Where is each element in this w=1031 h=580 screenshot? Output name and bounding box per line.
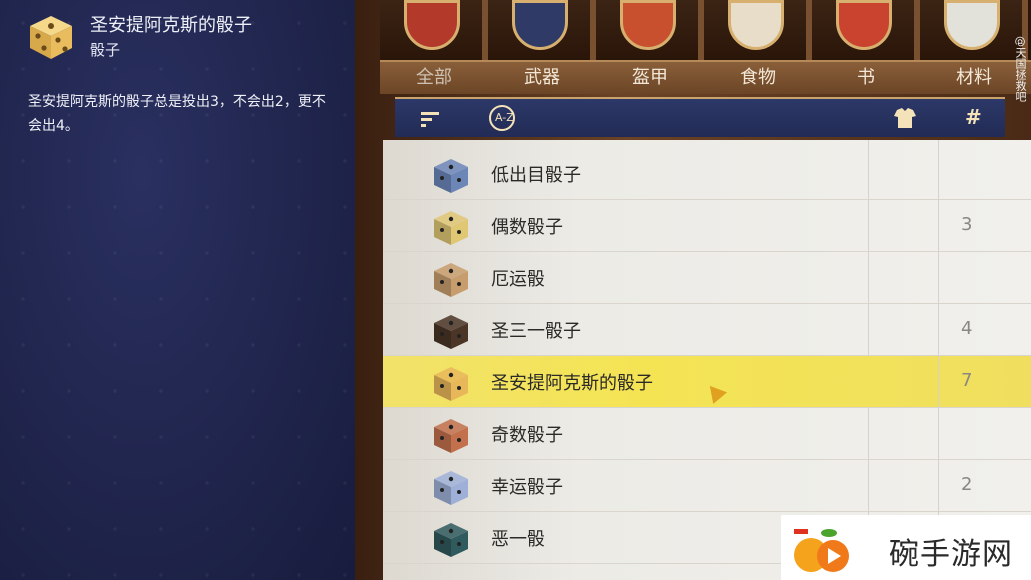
item-name: 奇数骰子 (491, 425, 563, 446)
alphabetical-sort-icon[interactable]: A-Z (487, 103, 517, 133)
count-sort-icon[interactable]: # (965, 105, 982, 129)
logo-text: 碗手游网 (889, 537, 1013, 572)
dice-icon (30, 16, 72, 59)
dice-icon (434, 419, 468, 453)
tab-all[interactable]: 全部 (380, 62, 488, 94)
item-name: 低出目骰子 (491, 165, 581, 186)
list-item-selected[interactable]: 圣安提阿克斯的骰子 7 (383, 356, 1031, 408)
alpha-icon-text: A-Z (495, 111, 514, 124)
watermark-text: @天国拯救吧 (1014, 36, 1027, 102)
item-name: 恶一骰 (491, 529, 545, 550)
sort-icon[interactable] (419, 109, 441, 129)
dice-icon (434, 367, 468, 401)
list-item[interactable]: 偶数骰子 3 (383, 200, 1031, 252)
armor-shield-icon (620, 0, 676, 50)
dice-icon (434, 159, 468, 193)
dice-icon (434, 315, 468, 349)
shield-books[interactable] (812, 0, 920, 60)
item-name: 圣安提阿克斯的骰子 (491, 373, 653, 394)
category-shields (380, 0, 1031, 60)
dice-icon (434, 263, 468, 297)
tab-armor[interactable]: 盔甲 (596, 62, 704, 94)
list-item[interactable]: 圣三一骰子 4 (383, 304, 1031, 356)
sort-toolbar: A-Z # (395, 97, 1005, 137)
item-count: 3 (961, 214, 973, 235)
tab-books[interactable]: 书 (812, 62, 920, 94)
item-name: 偶数骰子 (491, 217, 563, 238)
list-item[interactable]: 幸运骰子 2 (383, 460, 1031, 512)
tab-food[interactable]: 食物 (704, 62, 812, 94)
shield-armor[interactable] (596, 0, 704, 60)
category-tabs: 全部 武器 盔甲 食物 书 材料 (380, 60, 1031, 94)
list-item[interactable]: 低出目骰子 (383, 148, 1031, 200)
books-shield-icon (836, 0, 892, 50)
food-shield-icon (728, 0, 784, 50)
item-count: 4 (961, 318, 973, 339)
item-title: 圣安提阿克斯的骰子 (90, 15, 252, 36)
armor-icon[interactable] (892, 106, 918, 130)
item-info-header: 圣安提阿克斯的骰子 骰子 (26, 12, 252, 62)
item-description: 圣安提阿克斯的骰子总是投出3，不会出2，更不会出4。 (28, 94, 326, 134)
shield-food[interactable] (704, 0, 812, 60)
item-list: 低出目骰子偶数骰子 3 厄运骰圣三一骰子 4 圣安提阿克斯的骰子 7 奇数骰子幸运骰子 2 恶一… (383, 140, 1031, 580)
weapons-shield-icon (512, 0, 568, 50)
all-shield-icon (404, 0, 460, 50)
tab-weapons[interactable]: 武器 (488, 62, 596, 94)
item-count: 2 (961, 474, 973, 495)
item-category: 骰子 (90, 41, 121, 59)
dice-icon (434, 471, 468, 505)
item-name: 圣三一骰子 (491, 321, 581, 342)
site-logo: 碗手游网 (781, 515, 1031, 580)
pointer-cursor-icon (702, 380, 728, 404)
shield-all[interactable] (380, 0, 488, 60)
item-count: 7 (961, 370, 973, 391)
item-name: 厄运骰 (491, 269, 545, 290)
shield-weapons[interactable] (488, 0, 596, 60)
item-info-panel: 圣安提阿克斯的骰子 骰子 圣安提阿克斯的骰子总是投出3，不会出2，更不会出4。 (0, 0, 355, 580)
dice-icon (434, 523, 468, 557)
materials-shield-icon (944, 0, 1000, 50)
orange-logo-icon (794, 529, 849, 572)
list-item[interactable]: 厄运骰 (383, 252, 1031, 304)
item-name: 幸运骰子 (491, 477, 563, 498)
list-item[interactable]: 奇数骰子 (383, 408, 1031, 460)
dice-icon (434, 211, 468, 245)
